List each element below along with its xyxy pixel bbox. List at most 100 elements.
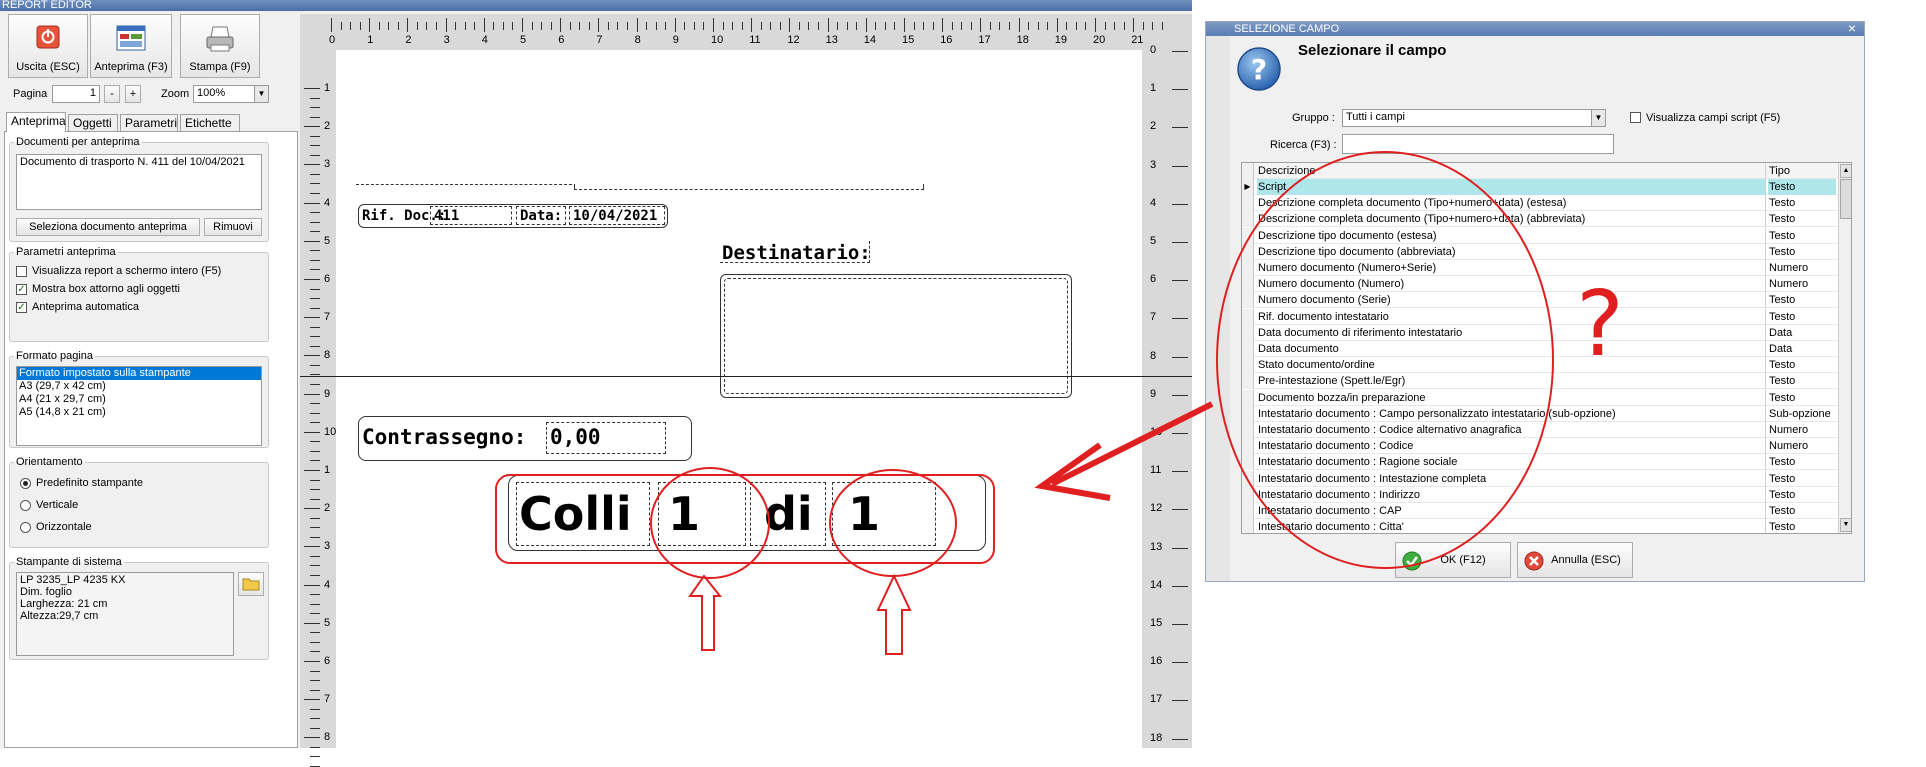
row-header[interactable]	[1242, 324, 1254, 341]
ruler-tick	[310, 574, 320, 576]
report-field-box[interactable]	[356, 184, 572, 185]
close-icon[interactable]: ×	[1848, 21, 1856, 35]
page-format-list[interactable]: Formato impostato sulla stampante A3 (29…	[16, 366, 262, 446]
table-row[interactable]: Descrizione tipo documento (estesa) Testo	[1242, 227, 1838, 244]
table-row[interactable]: Intestatario documento : Codice Numero	[1242, 438, 1838, 455]
table-row[interactable]: Data documento di riferimento intestatar…	[1242, 324, 1838, 341]
row-header[interactable]	[1242, 276, 1254, 293]
table-row[interactable]: Intestatario documento : Citta' Testo	[1242, 519, 1838, 533]
table-row[interactable]: Descrizione completa documento (Tipo+num…	[1242, 211, 1838, 228]
table-row[interactable]: Numero documento (Serie) Testo	[1242, 292, 1838, 309]
orient-vertical-radio[interactable]	[20, 500, 31, 511]
chevron-down-icon[interactable]: ▼	[254, 86, 268, 102]
fields-grid[interactable]: Descrizione Tipo ▶ Script Testo Descrizione…	[1241, 162, 1852, 534]
table-row[interactable]: Rif. documento intestatario Testo	[1242, 308, 1838, 325]
ruler-tick	[378, 22, 380, 30]
table-row[interactable]: Numero documento (Numero+Serie) Numero	[1242, 260, 1838, 276]
tab-etichette[interactable]: Etichette	[180, 114, 240, 132]
row-header[interactable]	[1242, 389, 1254, 406]
table-row[interactable]: Intestatario documento : Indirizzo Testo	[1242, 486, 1838, 503]
ruler-tick	[310, 632, 320, 634]
table-row[interactable]: Numero documento (Numero) Numero	[1242, 276, 1838, 293]
table-row[interactable]: Descrizione tipo documento (abbreviata) T…	[1242, 243, 1838, 260]
tab-anteprima[interactable]: Anteprima	[6, 112, 66, 132]
printer-info-line: Dim. foglio	[20, 586, 72, 598]
row-header[interactable]	[1242, 341, 1254, 357]
table-row[interactable]: Intestatario documento : Intestazione co…	[1242, 470, 1838, 487]
report-page[interactable]: Rif. Doc.: 411 Data: 10/04/2021 Destinat…	[336, 50, 1142, 748]
row-pointer-icon[interactable]: ▶	[1242, 179, 1254, 195]
cell-descrizione: Pre-intestazione (Spett.le/Egr)	[1257, 373, 1766, 390]
list-item[interactable]: Formato impostato sulla stampante	[17, 367, 261, 380]
row-header[interactable]	[1242, 308, 1254, 325]
row-header[interactable]	[1242, 357, 1254, 374]
column-header-descrizione[interactable]: Descrizione	[1257, 163, 1766, 179]
row-header[interactable]	[1242, 519, 1254, 533]
orient-default-radio[interactable]	[20, 478, 31, 489]
chevron-down-icon[interactable]: ▼	[1591, 110, 1605, 126]
row-header[interactable]	[1242, 227, 1254, 244]
contrassegno-label: Contrassegno:	[362, 425, 527, 449]
scroll-down-arrow-icon[interactable]: ▼	[1840, 518, 1851, 532]
select-preview-doc-button[interactable]: Seleziona documento anteprima	[16, 218, 200, 236]
grid-scrollbar[interactable]: ▲ ▼	[1838, 163, 1851, 533]
row-header[interactable]	[1242, 486, 1254, 503]
table-row[interactable]: Intestatario documento : Campo personali…	[1242, 405, 1838, 422]
table-row[interactable]: Intestatario documento : Ragione sociale…	[1242, 454, 1838, 471]
list-item[interactable]: A4 (21 x 29,7 cm)	[17, 393, 261, 406]
ruler-tick	[760, 22, 762, 30]
table-row[interactable]: Data documento Data	[1242, 341, 1838, 357]
row-header[interactable]	[1242, 438, 1254, 455]
preview-button[interactable]: Anteprima (F3)	[90, 14, 172, 78]
auto-preview-checkbox[interactable]: ✓	[16, 302, 27, 313]
table-row[interactable]: Intestatario documento : CAP Testo	[1242, 503, 1838, 519]
group-select-value: Tutti i campi	[1346, 111, 1405, 123]
list-item[interactable]: A3 (29,7 x 42 cm)	[17, 380, 261, 393]
show-boxes-checkbox[interactable]: ✓	[16, 284, 27, 295]
tab-oggetti[interactable]: Oggetti	[68, 114, 118, 132]
table-row[interactable]: Documento bozza/in preparazione Testo	[1242, 389, 1838, 406]
printer-browse-button[interactable]	[238, 572, 264, 596]
row-header[interactable]	[1242, 454, 1254, 471]
ruler-tick	[970, 22, 972, 30]
table-row[interactable]: Stato documento/ordine Testo	[1242, 357, 1838, 374]
exit-button[interactable]: Uscita (ESC)	[8, 14, 88, 78]
row-header[interactable]	[1242, 470, 1254, 487]
group-select[interactable]: Tutti i campi ▼	[1342, 109, 1606, 127]
ruler-tick	[751, 18, 753, 32]
tab-parametri[interactable]: Parametri	[120, 114, 178, 132]
scrollbar-thumb[interactable]	[1840, 179, 1851, 219]
page-number-input[interactable]: 1	[52, 85, 100, 103]
preview-docs-list[interactable]: Documento di trasporto N. 411 del 10/04/…	[16, 154, 262, 210]
row-header[interactable]	[1242, 503, 1254, 519]
search-input[interactable]	[1342, 134, 1614, 154]
row-header[interactable]	[1242, 243, 1254, 260]
print-button[interactable]: Stampa (F9)	[180, 14, 260, 78]
ruler-tick	[388, 22, 390, 30]
row-header[interactable]	[1242, 260, 1254, 276]
report-field-box[interactable]	[574, 184, 924, 190]
fullscreen-checkbox[interactable]	[16, 266, 27, 277]
page-prev-button[interactable]: -	[104, 85, 120, 103]
cancel-button[interactable]: Annulla (ESC)	[1517, 542, 1633, 578]
ok-button[interactable]: OK (F12)	[1395, 542, 1511, 578]
row-header[interactable]	[1242, 292, 1254, 309]
orient-horizontal-radio[interactable]	[20, 522, 31, 533]
zoom-select[interactable]: 100% ▼	[193, 85, 269, 103]
row-header[interactable]	[1242, 373, 1254, 390]
table-row[interactable]: Pre-intestazione (Spett.le/Egr) Testo	[1242, 373, 1838, 390]
remove-doc-button[interactable]: Rimuovi	[204, 218, 262, 236]
row-header[interactable]	[1242, 195, 1254, 212]
ruler-tick	[1085, 22, 1087, 30]
table-row[interactable]: Intestatario documento : Codice alternat…	[1242, 422, 1838, 438]
row-header[interactable]	[1242, 422, 1254, 438]
script-fields-checkbox[interactable]	[1630, 112, 1641, 123]
scroll-up-arrow-icon[interactable]: ▲	[1840, 164, 1851, 178]
table-row[interactable]: Descrizione completa documento (Tipo+num…	[1242, 195, 1838, 212]
row-header[interactable]	[1242, 405, 1254, 422]
table-row[interactable]: ▶ Script Testo	[1242, 179, 1838, 195]
page-next-button[interactable]: +	[125, 85, 141, 103]
list-item[interactable]: A5 (14,8 x 21 cm)	[17, 406, 261, 419]
row-header[interactable]	[1242, 211, 1254, 228]
column-header-tipo[interactable]: Tipo	[1768, 163, 1836, 179]
